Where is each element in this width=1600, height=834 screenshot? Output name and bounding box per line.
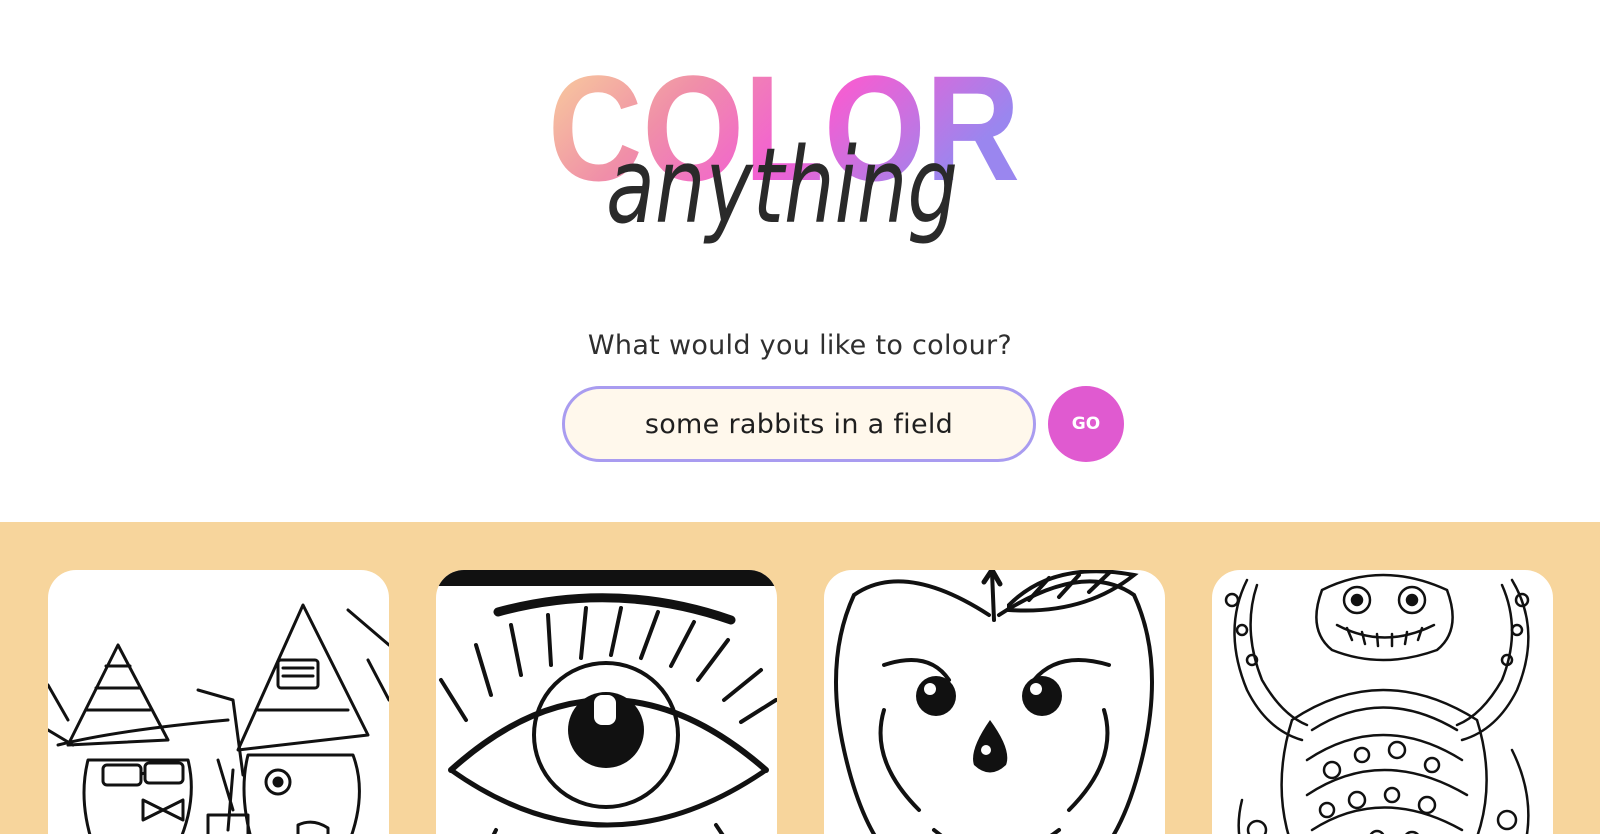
cats-wizard-illustration xyxy=(48,603,389,834)
gallery xyxy=(0,522,1600,834)
go-button[interactable]: GO xyxy=(1048,386,1124,462)
eye-illustration xyxy=(436,570,777,834)
search-input[interactable] xyxy=(562,386,1036,462)
search-row: GO xyxy=(562,386,1124,462)
monster-illustration xyxy=(1224,573,1530,834)
gallery-card-eye[interactable] xyxy=(436,570,777,834)
gallery-card-cats[interactable] xyxy=(48,570,389,834)
apple-illustration xyxy=(834,570,1154,834)
prompt-label: What would you like to colour? xyxy=(587,330,1013,361)
gallery-card-apple[interactable] xyxy=(824,570,1165,834)
gallery-card-monster[interactable] xyxy=(1212,570,1553,834)
logo-word-anything: anything xyxy=(606,125,958,247)
logo: COLOR anything xyxy=(548,62,1028,282)
